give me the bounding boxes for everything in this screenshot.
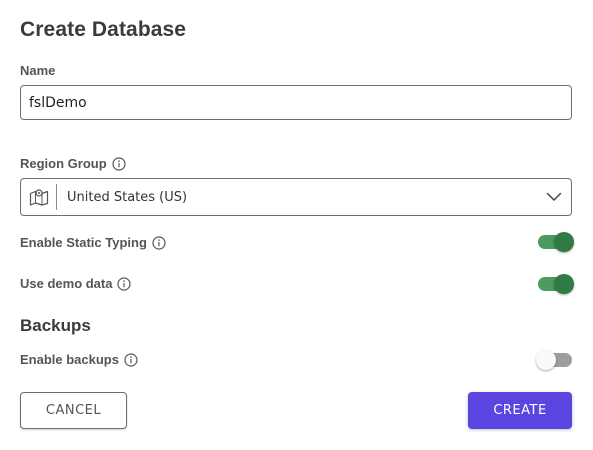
- region-group-select[interactable]: United States (US): [20, 178, 572, 216]
- dialog-title: Create Database: [20, 18, 187, 41]
- demo-data-toggle[interactable]: [538, 274, 574, 294]
- chevron-down-icon: [545, 188, 563, 206]
- static-typing-info-icon[interactable]: [152, 235, 166, 250]
- region-group-value: United States (US): [67, 189, 188, 205]
- name-label: Name: [20, 63, 55, 78]
- name-label-text: Name: [20, 63, 56, 78]
- backups-toggle-knob: [536, 350, 556, 370]
- demo-data-label: Use demo data: [20, 276, 132, 291]
- backups-label-text: Enable backups: [20, 352, 119, 367]
- create-button[interactable]: CREATE: [468, 392, 572, 429]
- demo-data-label-text: Use demo data: [20, 276, 113, 291]
- region-group-label-text: Region Group: [20, 156, 107, 171]
- backups-section-title: Backups: [20, 316, 91, 335]
- static-typing-toggle-knob: [554, 232, 574, 252]
- region-group-label: Region Group: [20, 156, 126, 171]
- name-input[interactable]: [20, 85, 572, 120]
- static-typing-label: Enable Static Typing: [20, 235, 166, 250]
- static-typing-label-text: Enable Static Typing: [20, 235, 147, 250]
- region-group-info-icon[interactable]: [112, 156, 126, 171]
- static-typing-toggle[interactable]: [538, 232, 574, 252]
- demo-data-toggle-knob: [554, 274, 574, 294]
- backups-toggle[interactable]: [536, 350, 572, 370]
- cancel-button[interactable]: CANCEL: [20, 392, 127, 429]
- backups-info-icon[interactable]: [124, 352, 138, 367]
- map-icon: [21, 184, 57, 210]
- demo-data-info-icon[interactable]: [117, 276, 132, 291]
- backups-label: Enable backups: [20, 352, 138, 367]
